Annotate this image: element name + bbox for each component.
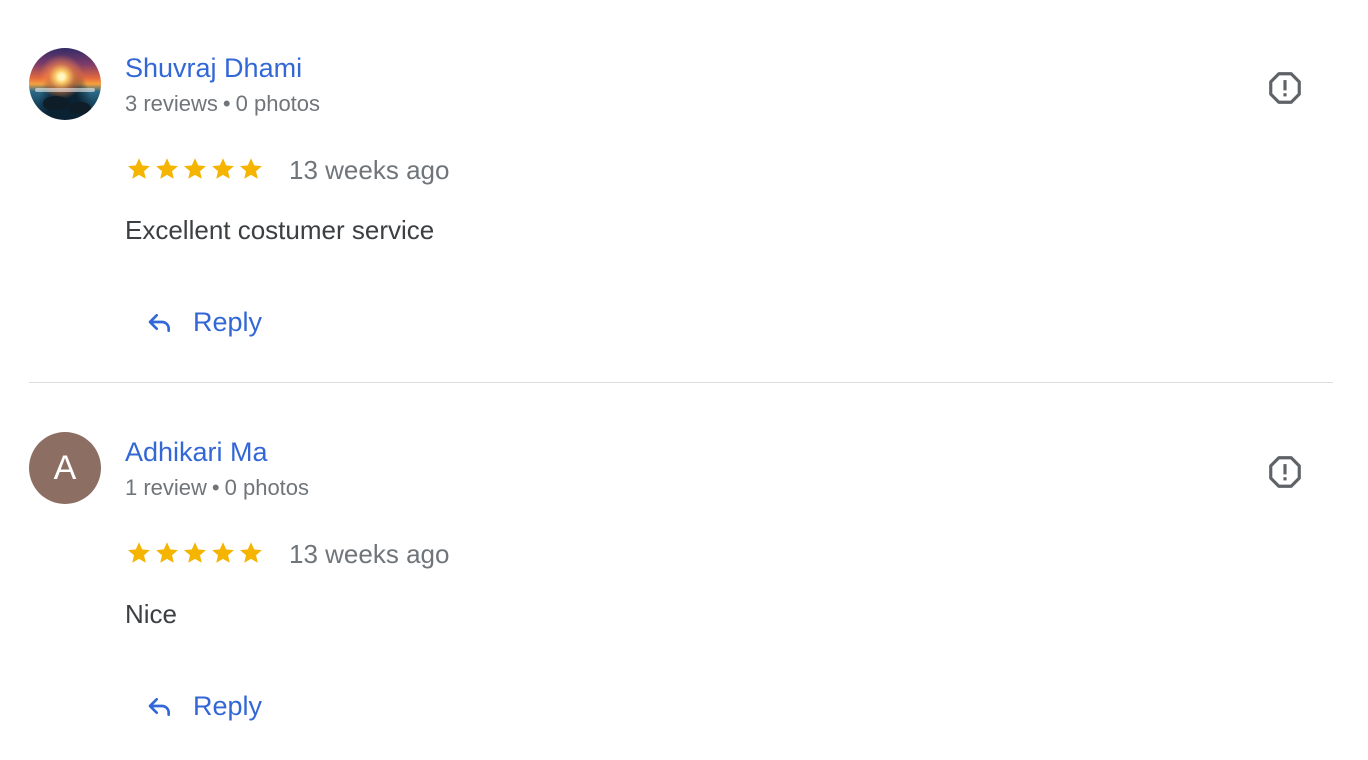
- review-date: 13 weeks ago: [289, 155, 450, 185]
- star-icon: [128, 542, 150, 563]
- star-icon: [156, 542, 178, 563]
- star-icon: [240, 158, 262, 179]
- star-icon: [156, 158, 178, 179]
- reviews-count: 3 reviews: [125, 91, 218, 116]
- author-name-link[interactable]: Adhikari Ma: [125, 439, 268, 466]
- star-icon: [184, 158, 206, 179]
- avatar-photo-detail: [43, 96, 69, 110]
- reply-label: Reply: [193, 306, 263, 337]
- reply-button[interactable]: Reply: [130, 680, 276, 732]
- star-rating: [125, 539, 265, 567]
- star-icon: [212, 542, 234, 563]
- meta-separator: •: [211, 475, 220, 500]
- report-flag-icon: [1269, 72, 1301, 104]
- review-date: 13 weeks ago: [289, 539, 450, 569]
- review-text: Nice: [125, 599, 178, 629]
- star-icon: [212, 158, 234, 179]
- report-review-button[interactable]: [1262, 65, 1308, 111]
- report-flag-icon: [1269, 456, 1301, 488]
- star-icon: [184, 542, 206, 563]
- avatar[interactable]: A: [29, 432, 101, 504]
- reply-button[interactable]: Reply: [130, 296, 276, 348]
- reviews-count: 1 review: [125, 475, 207, 500]
- reply-arrow-icon: [148, 698, 170, 716]
- review-text: Excellent costumer service: [125, 215, 435, 245]
- star-rating: [125, 155, 265, 183]
- author-name-link[interactable]: Shuvraj Dhami: [125, 55, 302, 82]
- avatar-photo-detail: [69, 102, 91, 114]
- reply-label: Reply: [193, 690, 263, 721]
- avatar-photo-detail: [35, 88, 95, 92]
- star-icon: [240, 542, 262, 563]
- avatar[interactable]: [29, 48, 101, 120]
- photos-count: 0 photos: [235, 91, 321, 116]
- report-review-button[interactable]: [1262, 449, 1308, 495]
- star-icon: [128, 158, 150, 179]
- author-stats: 1 review • 0 photos: [125, 477, 309, 499]
- review-divider: [29, 382, 1333, 383]
- meta-separator: •: [222, 91, 231, 116]
- reply-arrow-icon: [148, 314, 170, 332]
- author-stats: 3 reviews • 0 photos: [125, 93, 320, 115]
- photos-count: 0 photos: [224, 475, 310, 500]
